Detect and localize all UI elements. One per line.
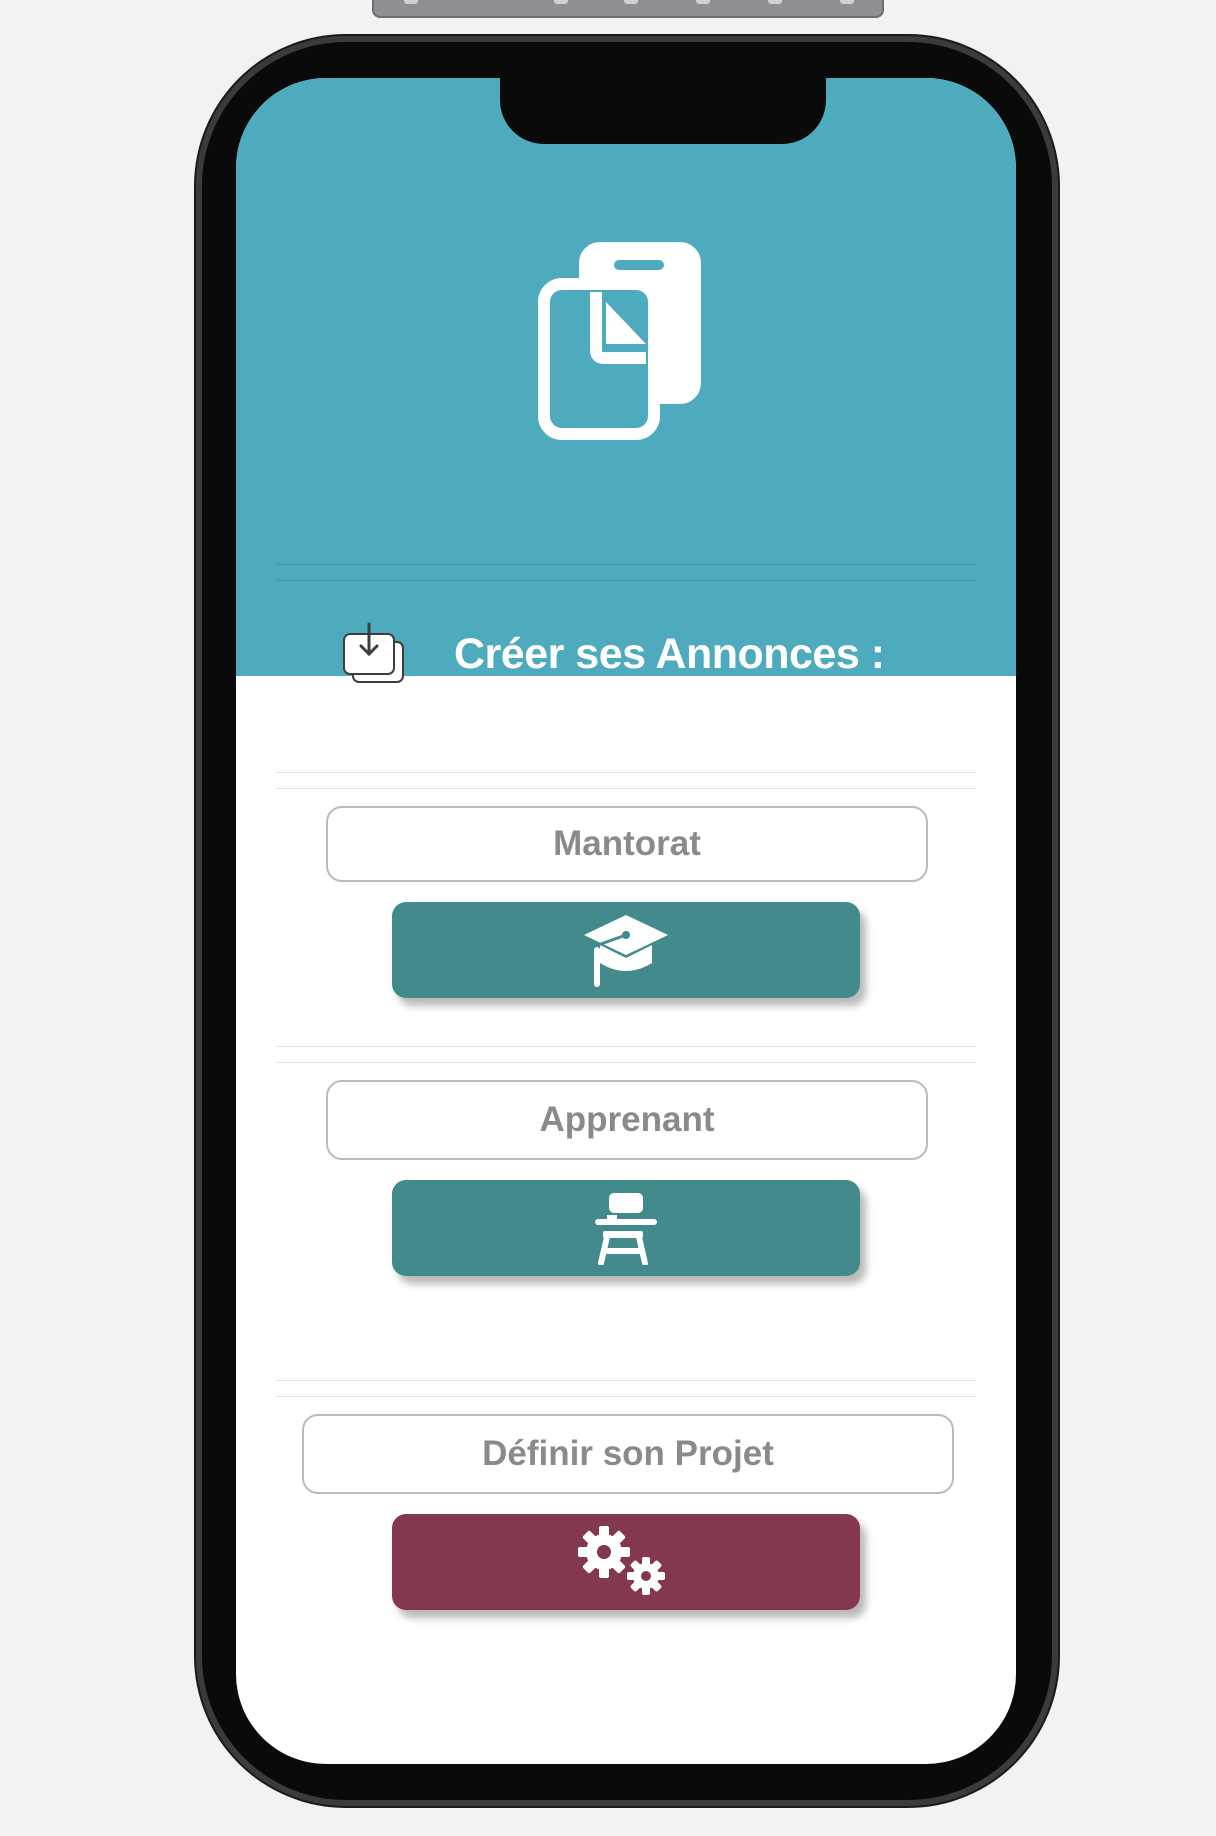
app-screen: Créer ses Annonces : Mantorat Apprenant bbox=[236, 78, 1016, 1764]
section-divider bbox=[276, 788, 976, 789]
header-divider bbox=[276, 580, 976, 581]
toolbar-icon[interactable] bbox=[696, 0, 710, 4]
gears-icon bbox=[578, 1526, 665, 1595]
section-divider bbox=[276, 1380, 976, 1381]
simulator-toolbar bbox=[372, 0, 884, 18]
toolbar-icon[interactable] bbox=[840, 0, 854, 4]
page-title: Créer ses Annonces : bbox=[454, 630, 885, 678]
section-divider bbox=[276, 772, 976, 773]
section-divider bbox=[276, 1046, 976, 1047]
phone-notch bbox=[500, 78, 826, 144]
toolbar-icon[interactable] bbox=[768, 0, 782, 4]
apprenant-label-field: Apprenant bbox=[326, 1080, 928, 1160]
phone-frame: Créer ses Annonces : Mantorat Apprenant bbox=[196, 36, 1058, 1806]
apprenant-button[interactable] bbox=[392, 1180, 860, 1276]
toolbar-icon[interactable] bbox=[404, 0, 418, 4]
mantorat-label-field: Mantorat bbox=[326, 806, 928, 882]
phone-documents-icon bbox=[538, 242, 701, 440]
header: Créer ses Annonces : bbox=[236, 78, 1016, 683]
project-label-field: Définir son Projet bbox=[302, 1414, 954, 1494]
section-divider bbox=[276, 1396, 976, 1397]
toolbar-icon[interactable] bbox=[624, 0, 638, 4]
header-divider bbox=[276, 564, 976, 565]
define-project-button[interactable] bbox=[392, 1514, 860, 1610]
student-desk-icon bbox=[595, 1193, 657, 1265]
graduation-cap-icon bbox=[584, 915, 668, 987]
toolbar-icon[interactable] bbox=[554, 0, 568, 4]
section-divider bbox=[276, 1062, 976, 1063]
mantorat-button[interactable] bbox=[392, 902, 860, 998]
import-stack-icon bbox=[343, 622, 404, 683]
